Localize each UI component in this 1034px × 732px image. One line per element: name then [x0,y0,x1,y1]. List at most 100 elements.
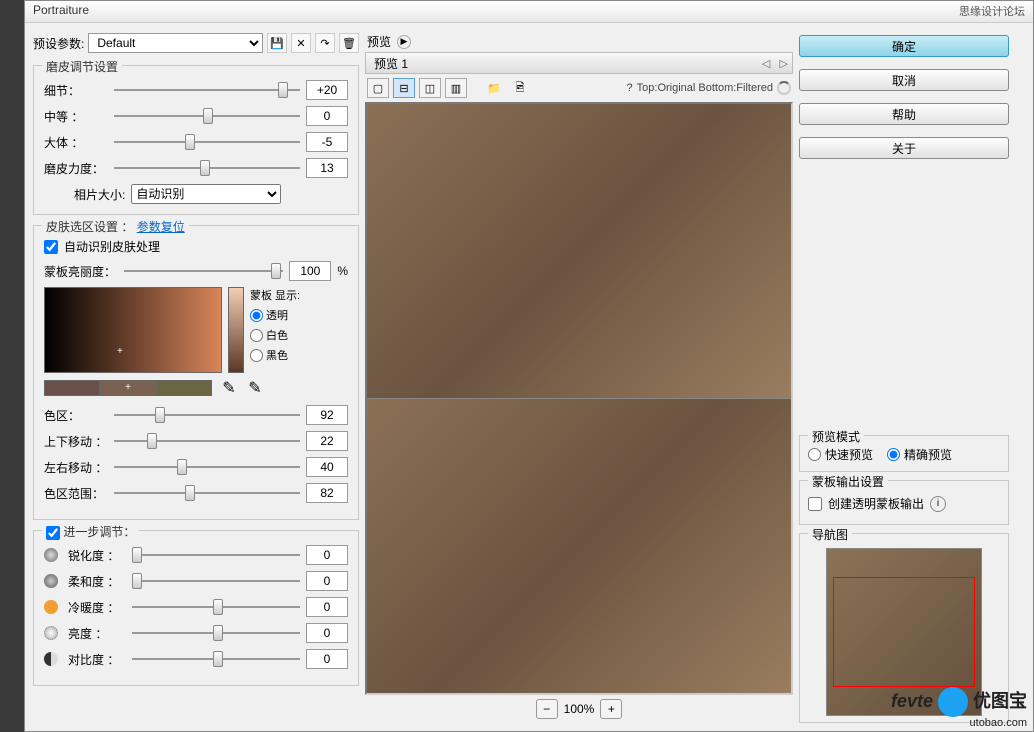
range-value[interactable]: 82 [306,483,348,503]
swatch-1[interactable] [44,380,100,396]
eyedropper-icon[interactable]: ✎ [220,379,238,397]
warm-slider[interactable] [132,599,300,615]
preview-area[interactable] [365,102,793,695]
photosize-dropdown[interactable]: 自动识别 [131,184,281,204]
fast-preview-radio[interactable] [808,448,821,461]
center-panel: 预览 ▶ 预览 1 ◁ ▷ ▢ ⊟ ◫ ▥ 📁 🖻 ? Top:Original… [365,31,793,723]
leftright-label: 左右移动 ： [44,459,108,476]
about-button[interactable]: 关于 [799,137,1009,159]
color-picker[interactable]: + [44,287,222,373]
bright-label: 亮度 ： [68,625,126,642]
bright-slider[interactable] [132,625,300,641]
color-cursor-icon: + [117,346,125,354]
further-title: 进一步调节： [42,523,139,540]
zoom-out-button[interactable]: − [536,699,558,719]
play-icon[interactable]: ▶ [397,35,411,49]
info-question-icon[interactable]: ? [627,82,633,94]
help-button[interactable]: 帮助 [799,103,1009,125]
detail-slider[interactable] [114,82,300,98]
leftright-slider[interactable] [114,459,300,475]
strength-value[interactable]: 13 [306,158,348,178]
delete-preset-icon[interactable]: 🗑 [339,33,359,53]
right-panel: 确定 取消 帮助 关于 预览模式 快速预览 精确预览 蒙板输出设置 创建透明蒙板… [799,31,1009,723]
bright-value[interactable]: 0 [306,623,348,643]
soft-value[interactable]: 0 [306,571,348,591]
medium-slider[interactable] [114,108,300,124]
create-mask-checkbox[interactable] [808,497,822,511]
updown-label: 上下移动 ： [44,433,108,450]
hue-label: 色区： [44,407,108,424]
large-slider[interactable] [114,134,300,150]
save-view-icon[interactable]: 🖻 [509,78,531,98]
updown-slider[interactable] [114,433,300,449]
mask-show-label: 蒙板 显示: [250,287,300,303]
accurate-preview-radio[interactable] [887,448,900,461]
contrast-value[interactable]: 0 [306,649,348,669]
mask-bright-label: 蒙板亮丽度： [44,263,118,280]
mask-bright-slider[interactable] [124,263,283,279]
strength-slider[interactable] [114,160,300,176]
preset-dropdown[interactable]: Default [88,33,263,53]
zoom-level: 100% [564,702,595,716]
swatch-2[interactable]: + [100,380,156,396]
preview-tabs: 预览 1 ◁ ▷ [365,52,793,74]
tab-nav[interactable]: ◁ ▷ [762,57,788,70]
soft-label: 柔和度 ： [68,573,126,590]
titlebar[interactable]: Portraiture 思缘设计论坛 [25,1,1033,23]
smoothing-group: 磨皮调节设置 细节： +20 中等 ： 0 大体 ： -5 磨皮力度 [33,65,359,215]
range-slider[interactable] [114,485,300,501]
portraiture-dialog: Portraiture 思缘设计论坛 预设参数: Default 💾 ✕ ↷ 🗑… [24,0,1034,732]
titlebar-branding: 思缘设计论坛 [959,3,1025,20]
eyedropper-plus-icon[interactable]: ✎ [246,379,264,397]
info-icon[interactable]: i [930,496,946,512]
navigator-viewport-rect[interactable] [833,577,975,687]
window-title: Portraiture [33,3,89,20]
auto-skin-checkbox[interactable] [44,240,58,254]
large-label: 大体 ： [44,134,108,151]
swatch-3[interactable] [156,380,212,396]
sharp-value[interactable]: 0 [306,545,348,565]
mask-output-title: 蒙板输出设置 [808,473,888,490]
view-split-h-icon[interactable]: ⊟ [393,78,415,98]
view-split-v-icon[interactable]: ◫ [419,78,441,98]
watermark-logo-icon [938,687,968,717]
smoothing-title: 磨皮调节设置 [42,58,122,75]
leftright-value[interactable]: 40 [306,457,348,477]
folder-icon[interactable]: 📁 [483,78,505,98]
save-preset-icon[interactable]: 💾 [267,33,287,53]
view-dual-icon[interactable]: ▥ [445,78,467,98]
warm-value[interactable]: 0 [306,597,348,617]
mask-trans-radio[interactable] [250,309,263,322]
preview-mode-group: 预览模式 快速预览 精确预览 [799,435,1009,472]
bright-icon [44,626,58,640]
soft-icon [44,574,58,588]
undo-icon[interactable]: ✕ [291,33,311,53]
mask-bright-value[interactable]: 100 [289,261,331,281]
preview-original [367,104,791,399]
view-single-icon[interactable]: ▢ [367,78,389,98]
hue-value[interactable]: 92 [306,405,348,425]
left-panel: 预设参数: Default 💾 ✕ ↷ 🗑 磨皮调节设置 细节： +20 中等 [33,31,359,723]
skin-group: 皮肤选区设置 ： 参数复位 自动识别皮肤处理 蒙板亮丽度： 100 % + [33,225,359,520]
ok-button[interactable]: 确定 [799,35,1009,57]
further-checkbox[interactable] [46,526,60,540]
redo-icon[interactable]: ↷ [315,33,335,53]
mask-black-radio[interactable] [250,349,263,362]
updown-value[interactable]: 22 [306,431,348,451]
preset-label: 预设参数: [33,35,84,52]
preview-tab-1[interactable]: 预览 1 [374,55,408,72]
sharp-slider[interactable] [132,547,300,563]
skin-reset-link[interactable]: 参数复位 [137,220,185,234]
saturation-bar[interactable] [228,287,244,373]
contrast-slider[interactable] [132,651,300,667]
sharp-icon [44,548,58,562]
medium-value[interactable]: 0 [306,106,348,126]
preview-info: Top:Original Bottom:Filtered [637,82,773,94]
large-value[interactable]: -5 [306,132,348,152]
cancel-button[interactable]: 取消 [799,69,1009,91]
soft-slider[interactable] [132,573,300,589]
zoom-in-button[interactable]: + [600,699,622,719]
detail-value[interactable]: +20 [306,80,348,100]
mask-white-radio[interactable] [250,329,263,342]
hue-slider[interactable] [114,407,300,423]
